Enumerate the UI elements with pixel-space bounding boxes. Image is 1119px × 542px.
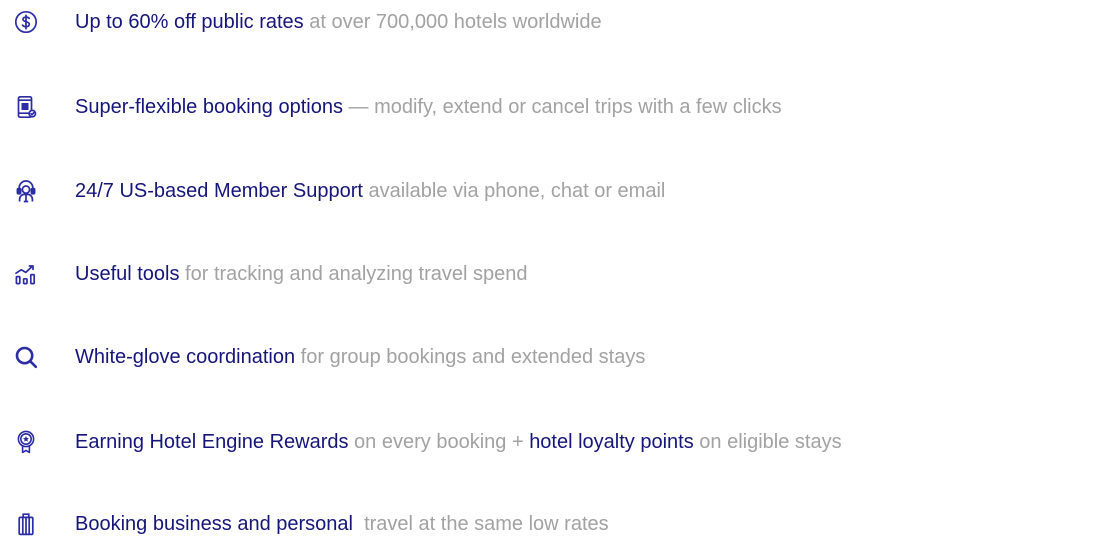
benefit-item-discount: Up to 60% off public rates at over 700,0… — [0, 4, 1119, 40]
benefit-description: on every booking + — [348, 431, 530, 453]
benefit-description: — modify, extend or cancel trips with a … — [342, 96, 782, 118]
analytics-chart-icon — [14, 262, 38, 286]
benefit-highlight-loyalty: hotel loyalty points — [529, 431, 694, 453]
benefit-text: Booking business and personal travel at … — [75, 510, 609, 538]
benefit-text: 24/7 US-based Member Support available v… — [75, 177, 665, 205]
benefit-highlight: Useful tools — [75, 263, 180, 285]
benefit-text: Super-flexible booking options — modify,… — [75, 93, 782, 121]
benefit-item-member-support: 24/7 US-based Member Support available v… — [0, 173, 1119, 209]
benefit-text: Earning Hotel Engine Rewards on every bo… — [75, 428, 842, 456]
benefit-text: White-glove coordination for group booki… — [75, 343, 645, 371]
benefit-item-useful-tools: Useful tools for tracking and analyzing … — [0, 256, 1119, 292]
benefit-description: at over 700,000 hotels worldwide — [303, 11, 602, 33]
benefit-description: for group bookings and extended stays — [295, 346, 646, 368]
dollar-coin-icon — [14, 10, 38, 34]
luggage-icon — [14, 512, 38, 536]
benefit-item-white-glove: White-glove coordination for group booki… — [0, 339, 1119, 375]
benefit-description: on eligible stays — [693, 431, 842, 453]
search-magnifier-icon — [14, 345, 38, 369]
benefit-highlight: 24/7 US-based Member Support — [75, 180, 363, 202]
benefit-description: for tracking and analyzing travel spend — [179, 263, 528, 285]
benefit-description: available via phone, chat or email — [362, 180, 666, 202]
benefit-highlight: Up to 60% off public rates — [75, 11, 304, 33]
rewards-badge-icon — [14, 430, 38, 454]
benefit-item-business-personal: Booking business and personal travel at … — [0, 506, 1119, 542]
benefit-text: Useful tools for tracking and analyzing … — [75, 260, 527, 288]
benefit-text: Up to 60% off public rates at over 700,0… — [75, 8, 602, 36]
benefit-highlight: Super-flexible booking options — [75, 96, 343, 118]
benefit-highlight: White-glove coordination — [75, 346, 296, 368]
benefit-item-rewards: Earning Hotel Engine Rewards on every bo… — [0, 424, 1119, 460]
benefit-highlight: Earning Hotel Engine Rewards — [75, 431, 349, 453]
benefit-item-flexible-booking: Super-flexible booking options — modify,… — [0, 89, 1119, 125]
support-agent-icon — [14, 179, 38, 203]
mobile-booking-icon — [14, 95, 38, 119]
